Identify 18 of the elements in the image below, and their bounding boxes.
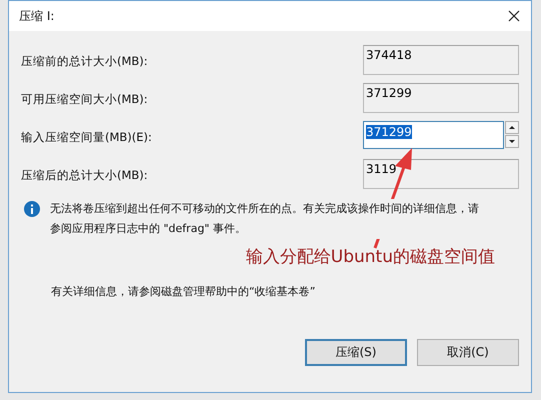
input-field[interactable]: 371299	[363, 121, 504, 149]
field-label: 输入压缩空间量(MB)(E):	[21, 130, 152, 145]
window-title: 压缩 I:	[19, 8, 54, 24]
readonly-field: 371299	[363, 83, 519, 113]
dialog-button[interactable]: 取消(C)	[417, 339, 519, 366]
readonly-field: 374418	[363, 45, 519, 75]
readonly-field: 3119	[363, 159, 519, 189]
spin-up-icon[interactable]	[505, 121, 519, 134]
info-icon	[24, 201, 40, 217]
field-label: 压缩前的总计大小(MB):	[21, 54, 148, 69]
annotation-text: 输入分配给Ubuntu的磁盘空间值	[246, 246, 495, 268]
spin-down-icon[interactable]	[505, 135, 519, 148]
close-icon[interactable]	[508, 10, 520, 22]
info-text: 无法将卷压缩到超出任何不可移动的文件所在的点。有关完成该操作时间的详细信息，请 参阅应用程序日志中的 "defrag" 事件。	[50, 199, 479, 239]
field-label: 可用压缩空间大小(MB):	[21, 92, 148, 107]
field-label: 压缩后的总计大小(MB):	[21, 168, 148, 183]
help-note: 有关详细信息，请参阅磁盘管理帮助中的“收缩基本卷”	[50, 284, 316, 299]
dialog-button[interactable]: 压缩(S)	[305, 339, 407, 366]
